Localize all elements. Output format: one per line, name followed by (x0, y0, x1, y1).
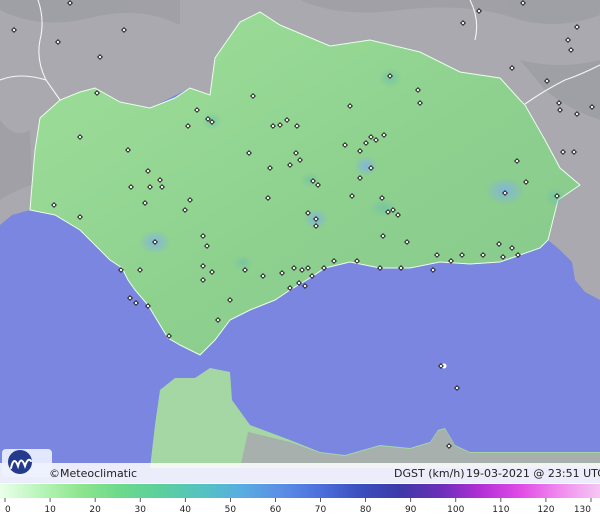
legend-tick-label: 40 (180, 505, 192, 515)
legend-tick-label: 60 (270, 505, 282, 515)
meteoclimatic-logo-icon (8, 450, 32, 474)
legend-tick-label: 110 (492, 505, 509, 515)
legend-tick-label: 10 (44, 505, 56, 515)
wind-gust-map: ©Meteoclimatic DGST (km/h) 19-03-2021 @ … (0, 0, 600, 517)
legend-tick-label: 70 (315, 505, 327, 515)
legend-tick-label: 80 (360, 505, 372, 515)
legend-tick-label: 30 (135, 505, 147, 515)
legend-tick-label: 0 (5, 505, 11, 515)
timestamp-label: 19-03-2021 @ 23:51 UTC (466, 467, 600, 480)
legend-tick-label: 90 (405, 505, 417, 515)
variable-label: DGST (km/h) (394, 467, 465, 480)
legend-tick-label: 20 (89, 505, 101, 515)
brand-label: ©Meteoclimatic (49, 467, 137, 480)
legend-tick-label: 130 (574, 505, 591, 515)
legend-tick-label: 50 (225, 505, 237, 515)
color-scale-bar (0, 484, 600, 498)
legend-tick-label: 120 (537, 505, 554, 515)
legend-tick-label: 100 (447, 505, 464, 515)
